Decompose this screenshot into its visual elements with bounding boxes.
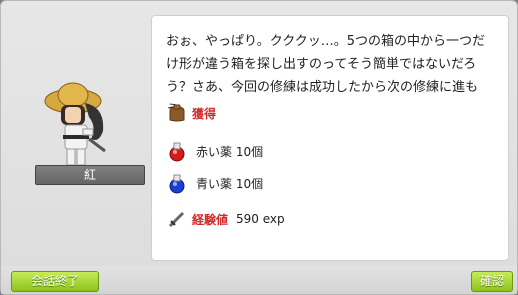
reward-item-row: 赤い薬 10個 <box>166 140 263 162</box>
ok-button[interactable]: 確認 <box>471 271 513 292</box>
red-potion-icon <box>169 142 185 162</box>
reward-item-row: 青い薬 10個 <box>166 172 263 194</box>
reward-exp-row: 経験値 590 exp <box>166 208 285 230</box>
npc-name-plate: 紅 <box>35 165 145 185</box>
obtain-label: 獲得 <box>192 106 217 121</box>
exp-label: 経験値 <box>192 212 229 227</box>
end-chat-button[interactable]: 会話終了 <box>11 271 99 292</box>
sword-icon <box>168 211 185 228</box>
bag-icon <box>169 104 185 122</box>
blue-potion-icon <box>169 174 185 194</box>
reward-item-name: 青い薬 10個 <box>196 176 264 191</box>
exp-value: 590 exp <box>236 212 285 226</box>
reward-item-name: 赤い薬 10個 <box>196 144 264 159</box>
reward-obtain-header: 獲得 <box>166 102 216 124</box>
dialog-text-panel: おぉ、やっぱり。クククッ…。5つの箱の中から一つだけ形が違う箱を探し出すのってそ… <box>151 15 509 261</box>
npc-portrait-area: 紅 <box>9 15 149 270</box>
npc-dialog-window: 紅 おぉ、やっぱり。クククッ…。5つの箱の中から一つだけ形が違う箱を探し出すのっ… <box>0 0 518 295</box>
